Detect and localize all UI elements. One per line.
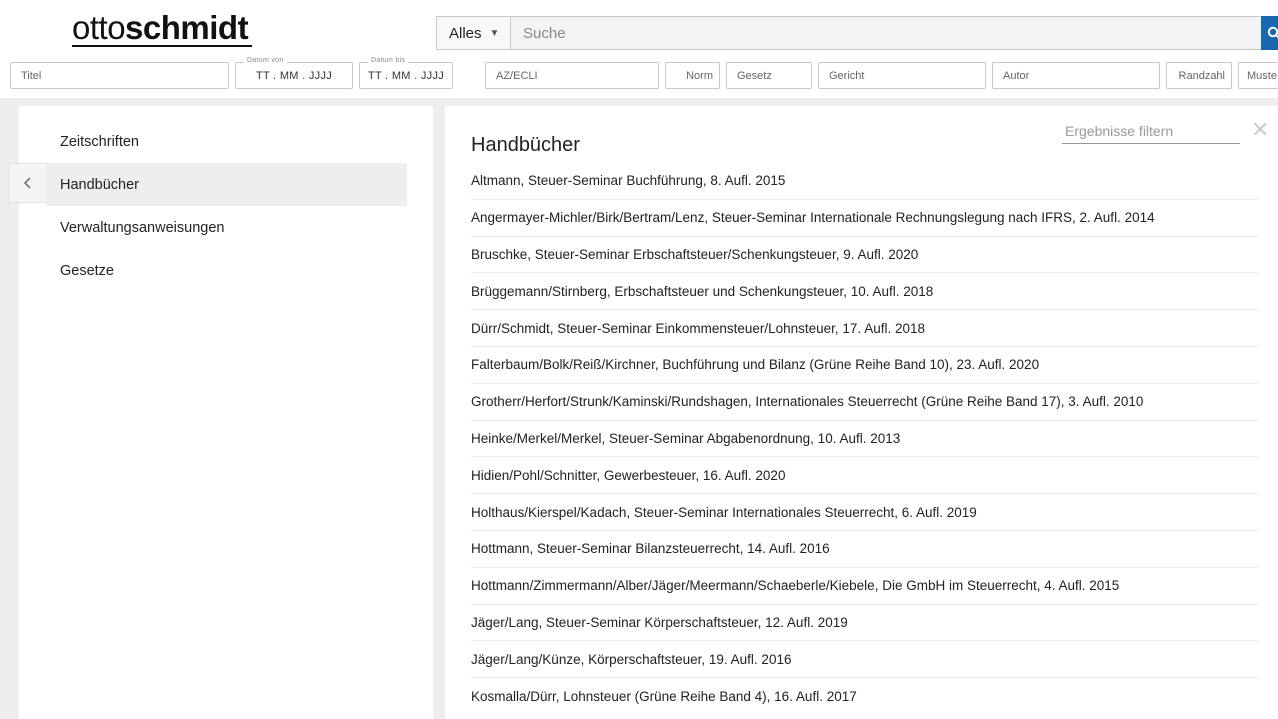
- datum-bis-value: TT . MM . JJJJ: [367, 69, 445, 82]
- az-ecli-placeholder: AZ/ECLI: [496, 69, 538, 82]
- muster-placeholder: Muste: [1247, 69, 1277, 82]
- sidebar-item-handbuecher[interactable]: Handbücher: [46, 163, 407, 206]
- list-item[interactable]: Hottmann/Zimmermann/Alber/Jäger/Meermann…: [471, 568, 1259, 605]
- list-item[interactable]: Heinke/Merkel/Merkel, Steuer-Seminar Abg…: [471, 421, 1259, 458]
- list-item[interactable]: Brüggemann/Stirnberg, Erbschaftsteuer un…: [471, 273, 1259, 311]
- scope-select-label: Alles: [449, 24, 482, 42]
- logo-bold: schmidt: [125, 9, 249, 46]
- sidebar-collapse-button[interactable]: [8, 163, 46, 203]
- list-item[interactable]: Jäger/Lang, Steuer-Seminar Körperschafts…: [471, 605, 1259, 642]
- list-item[interactable]: Bruschke, Steuer-Seminar Erbschaftsteuer…: [471, 237, 1259, 274]
- titel-placeholder: Titel: [21, 69, 42, 82]
- logo-underline: [72, 45, 252, 47]
- randzahl-field[interactable]: Randzahl: [1166, 62, 1232, 89]
- sidebar-item-label: Handbücher: [60, 176, 139, 193]
- autor-placeholder: Autor: [1003, 69, 1030, 82]
- list-item[interactable]: Falterbaum/Bolk/Reiß/Kirchner, Buchführu…: [471, 347, 1259, 384]
- sidebar-item-zeitschriften[interactable]: Zeitschriften: [46, 120, 407, 163]
- norm-placeholder: Norm: [686, 69, 713, 82]
- list-item[interactable]: Altmann, Steuer-Seminar Buchführung, 8. …: [471, 163, 1259, 200]
- result-list: Altmann, Steuer-Seminar Buchführung, 8. …: [471, 163, 1259, 715]
- sidebar-item-label: Verwaltungsanweisungen: [60, 219, 225, 236]
- datum-von-value: TT . MM . JJJJ: [255, 69, 333, 82]
- list-item[interactable]: Holthaus/Kierspel/Kadach, Steuer-Seminar…: [471, 494, 1259, 531]
- list-item[interactable]: Hottmann, Steuer-Seminar Bilanzsteuerrec…: [471, 531, 1259, 568]
- chevron-left-icon: [23, 177, 31, 189]
- logo-light: otto: [72, 9, 126, 46]
- muster-field[interactable]: Muste: [1238, 62, 1278, 89]
- list-item[interactable]: Kosmalla/Dürr, Lohnsteuer (Grüne Reihe B…: [471, 678, 1259, 715]
- sidebar-item-label: Gesetze: [60, 262, 114, 279]
- list-item[interactable]: Hidien/Pohl/Schnitter, Gewerbesteuer, 16…: [471, 457, 1259, 495]
- header: ottoschmidt Alles ▼ Titel Datum von TT .…: [0, 0, 1278, 98]
- norm-field[interactable]: Norm: [665, 62, 720, 89]
- filter-row: Titel Datum von TT . MM . JJJJ Datum bis…: [0, 56, 1278, 94]
- datum-von-label: Datum von: [244, 56, 287, 65]
- page-title: Handbücher: [471, 134, 580, 156]
- datum-bis-field[interactable]: Datum bis TT . MM . JJJJ: [359, 56, 453, 89]
- list-item[interactable]: Jäger/Lang/Künze, Körperschaftsteuer, 19…: [471, 641, 1259, 679]
- search-icon: [1267, 26, 1278, 39]
- titel-field[interactable]: Titel: [10, 62, 229, 89]
- close-icon[interactable]: ✕: [1251, 118, 1269, 142]
- autor-field[interactable]: Autor: [992, 62, 1160, 89]
- gesetz-field[interactable]: Gesetz: [726, 62, 812, 89]
- randzahl-placeholder: Randzahl: [1178, 69, 1225, 82]
- gericht-placeholder: Gericht: [829, 69, 865, 82]
- datum-bis-label: Datum bis: [368, 56, 409, 65]
- gesetz-placeholder: Gesetz: [737, 69, 772, 82]
- sidebar-item-verwaltungsanweisungen[interactable]: Verwaltungsanweisungen: [46, 206, 407, 249]
- az-ecli-field[interactable]: AZ/ECLI: [485, 62, 659, 89]
- results-filter-input[interactable]: [1062, 118, 1240, 144]
- sidebar-item-label: Zeitschriften: [60, 133, 139, 150]
- caret-down-icon: ▼: [489, 27, 500, 39]
- scope-select[interactable]: Alles ▼: [437, 17, 511, 49]
- search-bar: Alles ▼: [436, 16, 1278, 50]
- list-item[interactable]: Dürr/Schmidt, Steuer-Seminar Einkommenst…: [471, 310, 1259, 347]
- search-input[interactable]: [511, 17, 1261, 49]
- gericht-field[interactable]: Gericht: [818, 62, 986, 89]
- list-item[interactable]: Grotherr/Herfort/Strunk/Kaminski/Rundsha…: [471, 384, 1259, 421]
- sidebar-item-gesetze[interactable]: Gesetze: [46, 249, 407, 292]
- logo[interactable]: ottoschmidt: [72, 8, 249, 48]
- search-button[interactable]: [1261, 16, 1278, 50]
- datum-von-field[interactable]: Datum von TT . MM . JJJJ: [235, 56, 353, 89]
- list-item[interactable]: Angermayer-Michler/Birk/Bertram/Lenz, St…: [471, 200, 1259, 237]
